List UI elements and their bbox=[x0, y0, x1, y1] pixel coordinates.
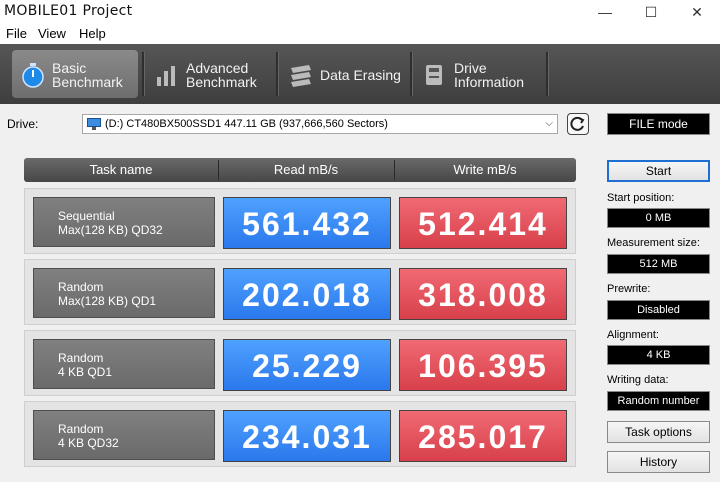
window-title: MOBILE01 Project bbox=[4, 3, 133, 19]
write-value: 512.414 bbox=[399, 197, 567, 249]
task-line1: Random bbox=[58, 422, 104, 436]
table-row: Random 4 KB QD32 234.031 285.017 bbox=[24, 401, 576, 467]
table-row: Random Max(128 KB) QD1 202.018 318.008 bbox=[24, 259, 576, 325]
write-value: 106.395 bbox=[399, 339, 567, 391]
measurement-size-label: Measurement size: bbox=[607, 237, 700, 249]
bar-chart-icon bbox=[157, 66, 175, 86]
table-row: Random 4 KB QD1 25.229 106.395 bbox=[24, 330, 576, 396]
drive-select[interactable]: (D:) CT480BX500SSD1 447.11 GB (937,666,5… bbox=[82, 114, 558, 134]
read-value: 25.229 bbox=[223, 339, 391, 391]
stopwatch-icon bbox=[22, 63, 44, 88]
monitor-drive-icon bbox=[87, 118, 101, 130]
chevron-down-icon: ⌵ bbox=[545, 118, 553, 129]
read-value: 234.031 bbox=[223, 410, 391, 462]
task-button-sequential-qd32[interactable]: Sequential Max(128 KB) QD32 bbox=[33, 197, 215, 247]
writing-data-label: Writing data: bbox=[607, 374, 669, 386]
task-line2: 4 KB QD1 bbox=[58, 365, 113, 379]
task-button-random-4kb-qd1[interactable]: Random 4 KB QD1 bbox=[33, 339, 215, 389]
start-position-field[interactable]: 0 MB bbox=[607, 208, 710, 228]
title-bar: MOBILE01 Project — ☐ ✕ bbox=[0, 0, 720, 24]
task-button-random-qd1[interactable]: Random Max(128 KB) QD1 bbox=[33, 268, 215, 318]
tab-data-erasing-label: Data Erasing bbox=[320, 67, 401, 83]
task-line2: Max(128 KB) QD32 bbox=[58, 223, 163, 237]
tab-drive-information[interactable]: Drive Information bbox=[414, 50, 542, 98]
drive-info-icon bbox=[426, 65, 442, 85]
tab-divider bbox=[276, 52, 279, 96]
tab-advanced-benchmark[interactable]: Advanced Benchmark bbox=[146, 50, 274, 98]
tab-drive-information-label: Drive Information bbox=[454, 60, 525, 90]
tab-basic-benchmark[interactable]: Basic Benchmark bbox=[12, 50, 138, 98]
task-line2: Max(128 KB) QD1 bbox=[58, 294, 157, 308]
refresh-button[interactable] bbox=[567, 113, 589, 135]
start-position-label: Start position: bbox=[607, 192, 675, 204]
task-line1: Sequential bbox=[58, 209, 115, 223]
write-value: 285.017 bbox=[399, 410, 567, 462]
erase-icon bbox=[291, 65, 311, 87]
menu-help[interactable]: Help bbox=[79, 26, 106, 41]
menu-bar: File View Help bbox=[0, 24, 720, 44]
drive-select-value: (D:) CT480BX500SSD1 447.11 GB (937,666,5… bbox=[105, 118, 388, 130]
minimize-button[interactable]: — bbox=[582, 0, 628, 24]
read-value: 561.432 bbox=[223, 197, 391, 249]
file-mode-button[interactable]: FILE mode bbox=[607, 113, 710, 135]
write-value: 318.008 bbox=[399, 268, 567, 320]
tab-divider bbox=[142, 52, 145, 96]
tab-divider bbox=[546, 52, 549, 96]
drive-label: Drive: bbox=[7, 117, 39, 131]
task-options-button[interactable]: Task options bbox=[607, 421, 710, 443]
read-value: 202.018 bbox=[223, 268, 391, 320]
refresh-icon bbox=[570, 116, 585, 131]
header-task-name: Task name bbox=[89, 162, 153, 177]
task-line1: Random bbox=[58, 351, 104, 365]
tab-advanced-benchmark-label: Advanced Benchmark bbox=[186, 60, 257, 90]
menu-view[interactable]: View bbox=[38, 26, 66, 41]
alignment-field[interactable]: 4 KB bbox=[607, 345, 710, 365]
main-tab-bar: Basic Benchmark Advanced Benchmark Data … bbox=[0, 44, 720, 104]
writing-data-field[interactable]: Random number bbox=[607, 391, 710, 411]
header-read: Read mB/s bbox=[273, 162, 339, 177]
history-button[interactable]: History bbox=[607, 451, 710, 473]
menu-file[interactable]: File bbox=[6, 26, 27, 41]
start-button[interactable]: Start bbox=[607, 160, 710, 182]
prewrite-field[interactable]: Disabled bbox=[607, 300, 710, 320]
close-button[interactable]: ✕ bbox=[674, 0, 720, 24]
tab-basic-benchmark-label: Basic Benchmark bbox=[52, 60, 123, 90]
results-header: Task name Read mB/s Write mB/s bbox=[24, 158, 576, 182]
header-write: Write mB/s bbox=[453, 162, 517, 177]
table-row: Sequential Max(128 KB) QD32 561.432 512.… bbox=[24, 188, 576, 254]
task-line1: Random bbox=[58, 280, 104, 294]
task-line2: 4 KB QD32 bbox=[58, 436, 119, 450]
measurement-size-field[interactable]: 512 MB bbox=[607, 254, 710, 274]
prewrite-label: Prewrite: bbox=[607, 283, 651, 295]
alignment-label: Alignment: bbox=[607, 329, 659, 341]
maximize-button[interactable]: ☐ bbox=[628, 0, 674, 24]
tab-data-erasing[interactable]: Data Erasing bbox=[280, 50, 408, 98]
tab-divider bbox=[410, 52, 413, 96]
task-button-random-4kb-qd32[interactable]: Random 4 KB QD32 bbox=[33, 410, 215, 460]
